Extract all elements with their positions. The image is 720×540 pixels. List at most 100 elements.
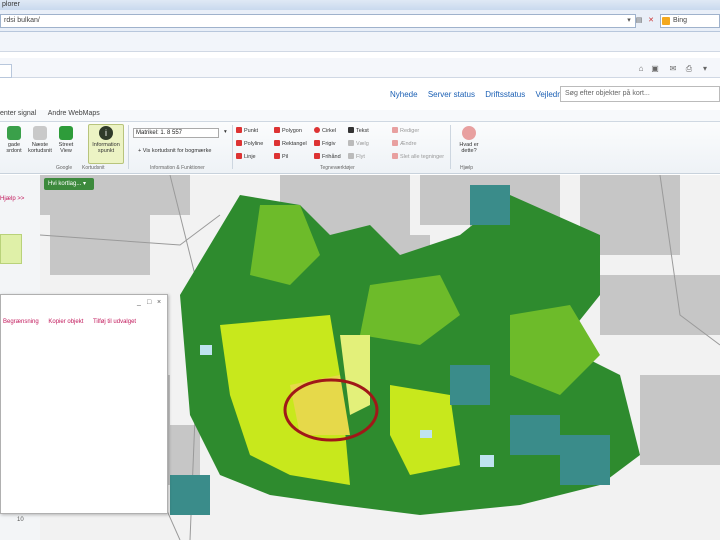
mail-icon[interactable]: ✉ xyxy=(668,64,678,73)
information-label: Information spunkt xyxy=(92,142,120,154)
draw-point-button[interactable]: Punkt xyxy=(236,127,258,135)
draw-polygon-label: Polygon xyxy=(282,128,302,134)
matrikel-dropdown-icon[interactable]: ▾ xyxy=(224,129,227,136)
change-label: Ændre xyxy=(400,141,417,147)
clear-drawings-label: Slet alle tegninger xyxy=(400,154,445,160)
street-view-button[interactable]: Street View xyxy=(52,126,80,154)
object-search-input[interactable]: Søg efter objekter på kort... xyxy=(560,86,720,102)
group-label-drawing: Tegneværktøjer xyxy=(320,165,355,171)
popup-actions: Begrænsning Kopier objekt Tilføj til udv… xyxy=(3,319,144,325)
ribbon-separator xyxy=(450,125,451,169)
popup-footer-number: 10 xyxy=(17,517,24,523)
address-field[interactable]: rdsi bulkan/ xyxy=(0,14,636,28)
map-layers-label: Hvi kortlag... xyxy=(48,181,82,187)
draw-arrow-label: Pil xyxy=(282,154,289,160)
matrikel-field[interactable]: Matrikel: 1. 8 557 xyxy=(133,128,219,138)
minimize-icon[interactable]: _ xyxy=(137,299,141,306)
nav-link-server-status[interactable]: Server status xyxy=(428,90,475,99)
draw-polygon-button[interactable]: Polygon xyxy=(274,127,302,135)
draw-rectangle-button[interactable]: Rektangel xyxy=(274,140,307,148)
nav-link-operating-status[interactable]: Driftsstatus xyxy=(485,90,525,99)
feeds-icon[interactable]: ▣ xyxy=(650,64,660,73)
polygon-icon xyxy=(274,127,280,133)
select-icon xyxy=(348,140,354,146)
back-extent-button[interactable]: gade srdont xyxy=(0,126,28,154)
move-button[interactable]: Flyt xyxy=(348,153,365,161)
group-label-extent: Kortudsnit xyxy=(82,165,105,171)
group-label-google: Google xyxy=(56,165,73,171)
polyline-icon xyxy=(236,140,242,146)
next-extent-button[interactable]: Næste kortudsnit xyxy=(26,126,54,154)
text-icon xyxy=(348,127,354,133)
street-view-icon xyxy=(59,126,73,140)
menu-tab-webmaps[interactable]: Andre WebMaps xyxy=(48,110,100,117)
page-icon[interactable]: ▾ xyxy=(700,64,710,73)
command-bar: ⌂ ▣ ✉ ⎙ ▾ xyxy=(0,58,720,78)
move-label: Flyt xyxy=(356,154,365,160)
select-button[interactable]: Vælg xyxy=(348,140,369,148)
map-layers-button[interactable]: Hvi kortlag... ▾ xyxy=(44,178,94,190)
clear-icon xyxy=(392,153,398,159)
dropdown-icon[interactable]: ▾ xyxy=(624,15,634,26)
select-label: Vælg xyxy=(356,141,369,147)
circle-icon xyxy=(314,127,320,133)
ribbon-toolbar: gade srdont Næste kortudsnit Street View… xyxy=(0,122,720,174)
info-icon: i xyxy=(99,126,113,140)
change-icon xyxy=(392,140,398,146)
compat-icon[interactable]: ▤ xyxy=(634,15,644,26)
ribbon-separator xyxy=(128,125,129,169)
information-button[interactable]: i Information spunkt xyxy=(92,126,120,154)
help-icon xyxy=(462,126,476,140)
change-button[interactable]: Ændre xyxy=(392,140,417,148)
clear-drawings-button[interactable]: Slet alle tegninger xyxy=(392,153,444,161)
close-icon[interactable]: × xyxy=(157,299,161,306)
draw-polyline-button[interactable]: Polyline xyxy=(236,140,263,148)
print-icon[interactable]: ⎙ xyxy=(684,64,694,73)
rectangle-icon xyxy=(274,140,280,146)
window-title: plorer xyxy=(0,0,720,10)
app-header: Nyhede Server status Driftsstatus Vejled… xyxy=(0,78,720,108)
draw-rectangle-label: Rektangel xyxy=(282,141,307,147)
add-to-selection-link[interactable]: Tilføj til udvalget xyxy=(93,319,136,325)
forward-arrow-icon xyxy=(33,126,47,140)
limit-link[interactable]: Begrænsning xyxy=(3,319,39,325)
info-popup: _ □ × Begrænsning Kopier objekt Tilføj t… xyxy=(0,294,168,523)
help-label: Hvad er dette? xyxy=(459,142,479,154)
draw-text-button[interactable]: Tekst xyxy=(348,127,369,135)
back-arrow-icon xyxy=(7,126,21,140)
draw-point-label: Punkt xyxy=(244,128,259,134)
draw-freehand-button[interactable]: Frihånd xyxy=(314,153,341,161)
draw-arrow-button[interactable]: Pil xyxy=(274,153,288,161)
freehand-icon xyxy=(314,153,320,159)
copy-object-link[interactable]: Kopier objekt xyxy=(48,319,83,325)
top-nav: Nyhede Server status Driftsstatus Vejled… xyxy=(390,90,587,99)
nav-link-news[interactable]: Nyhede xyxy=(390,90,418,99)
help-button[interactable]: Hvad er dette? xyxy=(454,126,484,154)
ribbon-separator xyxy=(232,125,233,169)
draw-line-label: Linje xyxy=(244,154,256,160)
home-icon[interactable]: ⌂ xyxy=(636,64,646,73)
group-label-info: Information & Funktioner xyxy=(150,165,205,171)
maximize-icon[interactable]: □ xyxy=(147,299,151,306)
bookmark-link[interactable]: + Vis kortudsnit for bogmærke xyxy=(138,148,211,155)
arrow-icon xyxy=(274,153,280,159)
back-extent-label: gade srdont xyxy=(6,142,22,154)
release-icon xyxy=(314,140,320,146)
draw-polyline-label: Polyline xyxy=(244,141,264,147)
menu-tab-signal[interactable]: enter signal xyxy=(0,110,36,117)
draw-freehand-label: Frihånd xyxy=(322,154,341,160)
bookmark-link-label: Vis kortudsnit for bogmærke xyxy=(142,148,212,154)
draw-release-button[interactable]: Frigiv xyxy=(314,140,335,148)
help-tab[interactable]: Hjælp >> xyxy=(0,196,36,202)
edit-button[interactable]: Rediger xyxy=(392,127,419,135)
address-bar: rdsi bulkan/ ▾ ▤ ✕ Bing xyxy=(0,10,720,32)
draw-circle-button[interactable]: Cirkel xyxy=(314,127,336,135)
draw-circle-label: Cirkel xyxy=(322,128,337,134)
browser-tab[interactable] xyxy=(0,64,12,78)
favorites-bar xyxy=(0,32,720,52)
field-yellow-highlight xyxy=(290,375,350,435)
next-extent-label: Næste kortudsnit xyxy=(28,142,52,154)
stop-icon[interactable]: ✕ xyxy=(646,15,656,26)
draw-release-label: Frigiv xyxy=(322,141,336,147)
draw-line-button[interactable]: Linje xyxy=(236,153,256,161)
